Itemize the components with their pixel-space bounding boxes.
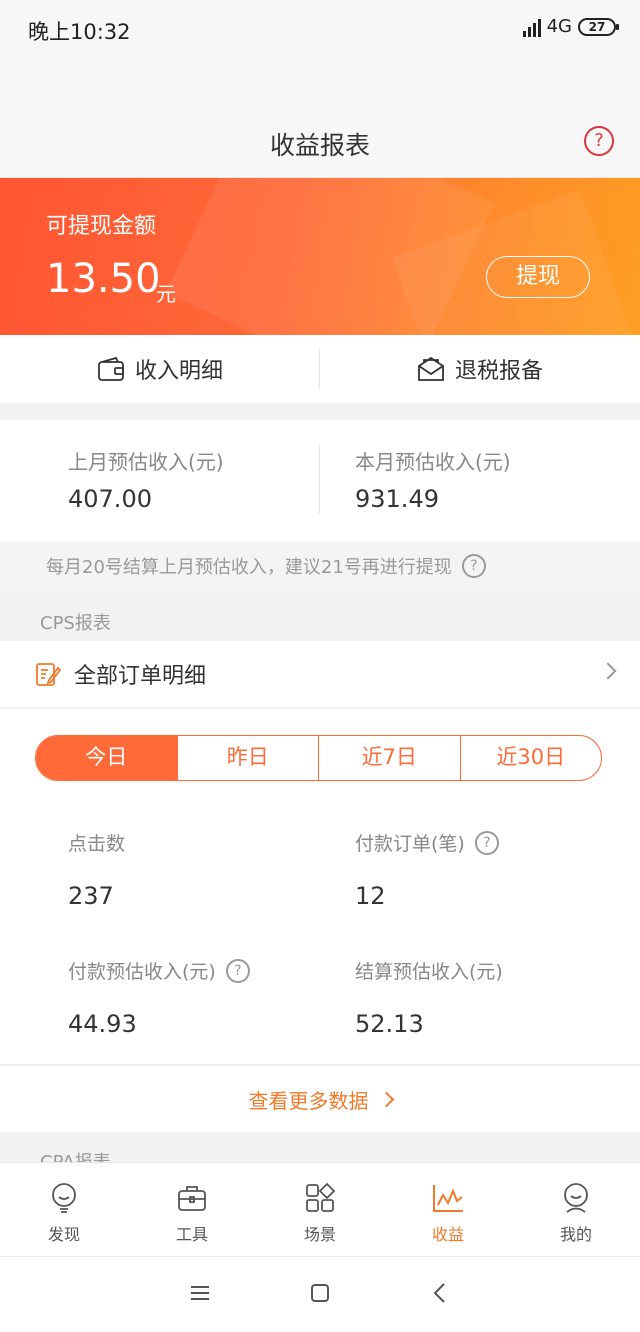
divider <box>319 444 320 514</box>
settled-income-value: 52.13 <box>355 1010 424 1038</box>
cps-stats-panel: 今日 昨日 近7日 近30日 点击数 237 付款订单(笔) ? 12 付款预估… <box>0 709 640 1065</box>
tab-7-days[interactable]: 近7日 <box>319 736 461 780</box>
bottom-tab-bar: 发现 工具 场景 收益 我的 <box>0 1162 640 1256</box>
clicks-label: 点击数 <box>68 833 126 855</box>
this-month-estimate: 本月预估收入(元) 931.49 <box>355 446 511 513</box>
clicks-value: 237 <box>68 882 114 910</box>
system-nav-bar <box>0 1256 640 1332</box>
last-month-label: 上月预估收入(元) <box>68 450 224 474</box>
status-bar: 晚上10:32 4G 27 <box>0 0 640 58</box>
estimate-panel: 上月预估收入(元) 407.00 本月预估收入(元) 931.49 <box>0 420 640 542</box>
square-icon <box>311 1283 329 1302</box>
tab-30-days[interactable]: 近30日 <box>461 736 602 780</box>
view-more-button[interactable]: 查看更多数据 <box>0 1066 640 1132</box>
chevron-right-icon <box>599 662 617 680</box>
question-icon[interactable]: ? <box>474 830 499 855</box>
last-month-value: 407.00 <box>68 485 152 513</box>
tab-discover[interactable]: 发现 <box>0 1163 128 1256</box>
withdraw-button[interactable]: 提现 <box>486 256 590 298</box>
wallet-icon <box>98 356 124 381</box>
menu-icon <box>191 1285 209 1300</box>
clicks-stat: 点击数 237 <box>68 829 125 910</box>
status-indicators: 4G 27 <box>522 16 619 37</box>
this-month-label: 本月预估收入(元) <box>355 450 511 474</box>
question-icon[interactable]: ? <box>225 958 250 983</box>
back-icon <box>433 1282 445 1303</box>
back-button[interactable] <box>428 1281 452 1309</box>
quick-links: 收入明细 退税报备 <box>0 335 640 403</box>
tab-scenes-label: 场景 <box>303 1225 336 1244</box>
briefcase-icon <box>178 1186 206 1211</box>
balance-label: 可提现金额 <box>46 214 157 239</box>
settled-income-label: 结算预估收入(元) <box>355 961 503 983</box>
tab-scenes[interactable]: 场景 <box>256 1163 384 1256</box>
view-more-label: 查看更多数据 <box>248 1088 369 1113</box>
period-tabs: 今日 昨日 近7日 近30日 <box>35 735 602 781</box>
paid-orders-value: 12 <box>355 882 386 910</box>
income-detail-label: 收入明细 <box>134 359 223 384</box>
tab-mine-label: 我的 <box>559 1225 592 1244</box>
tax-report-label: 退税报备 <box>454 359 543 384</box>
paid-orders-stat: 付款订单(笔) ? 12 <box>355 829 499 910</box>
this-month-value: 931.49 <box>355 485 439 513</box>
divider <box>319 349 320 389</box>
income-detail-link[interactable]: 收入明细 <box>0 335 320 403</box>
envelope-icon <box>418 356 444 381</box>
edit-document-icon <box>36 663 62 686</box>
paid-orders-label: 付款订单(笔) <box>355 833 465 855</box>
title-bar: 收益报表 ? <box>0 58 640 178</box>
paid-income-stat: 付款预估收入(元) ? 44.93 <box>68 957 250 1038</box>
tab-earnings-label: 收益 <box>431 1225 464 1244</box>
page-title: 收益报表 <box>269 131 370 160</box>
tab-earnings[interactable]: 收益 <box>384 1163 512 1256</box>
notice-text: 每月20号结算上月预估收入，建议21号再进行提现 <box>46 557 452 578</box>
tab-discover-label: 发现 <box>47 1225 80 1244</box>
balance-unit: 元 <box>156 282 176 306</box>
status-time: 晚上10:32 <box>28 20 131 44</box>
tax-report-link[interactable]: 退税报备 <box>320 335 640 403</box>
settlement-notice: 每月20号结算上月预估收入，建议21号再进行提现 ? <box>0 542 640 590</box>
user-icon <box>564 1183 588 1213</box>
tab-mine[interactable]: 我的 <box>512 1163 640 1256</box>
balance-banner: 可提现金额 13.50 元 提现 <box>0 178 640 335</box>
signal-icon <box>522 17 541 37</box>
all-orders-row[interactable]: 全部订单明细 <box>0 641 640 708</box>
last-month-estimate: 上月预估收入(元) 407.00 <box>68 446 224 513</box>
cps-section-title: CPS报表 <box>40 613 111 634</box>
tab-today[interactable]: 今日 <box>36 736 178 780</box>
battery-level: 27 <box>588 19 606 34</box>
paid-income-label: 付款预估收入(元) <box>68 961 216 983</box>
settled-income-stat: 结算预估收入(元) 52.13 <box>355 957 503 1038</box>
battery-icon: 27 <box>578 17 619 36</box>
question-icon[interactable]: ? <box>461 554 486 578</box>
home-button[interactable] <box>308 1281 332 1309</box>
bulb-face-icon <box>52 1183 76 1213</box>
balance-amount: 13.50 <box>46 256 161 302</box>
apps-icon <box>306 1182 336 1212</box>
network-label: 4G <box>546 16 572 37</box>
tab-tools-label: 工具 <box>175 1225 208 1244</box>
paid-income-value: 44.93 <box>68 1010 137 1038</box>
chevron-right-icon <box>378 1091 394 1107</box>
tab-tools[interactable]: 工具 <box>128 1163 256 1256</box>
help-button[interactable]: ? <box>584 126 614 156</box>
all-orders-label: 全部订单明细 <box>74 664 207 689</box>
menu-button[interactable] <box>188 1281 212 1309</box>
chart-icon <box>433 1185 463 1212</box>
tab-yesterday[interactable]: 昨日 <box>178 736 319 780</box>
